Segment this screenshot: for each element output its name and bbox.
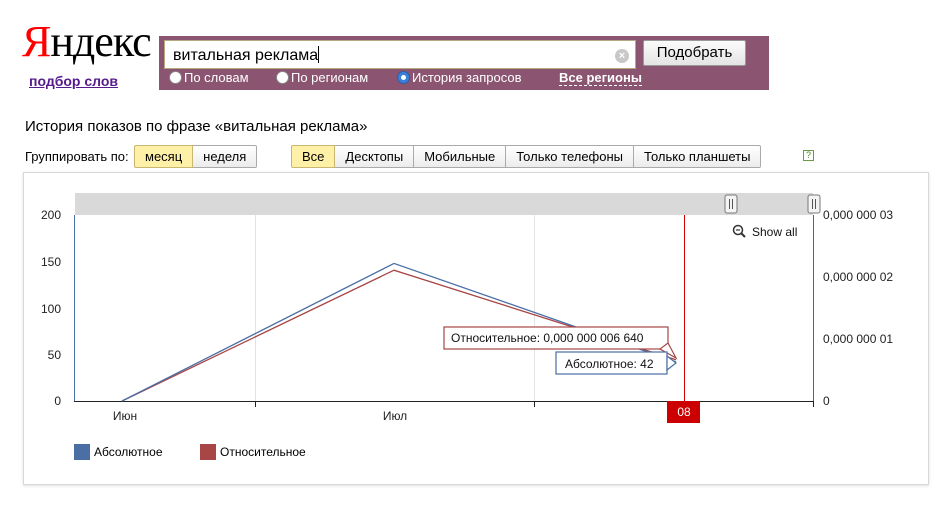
tooltip-relative-text: Относительное: 0,000 000 006 640: [451, 331, 644, 345]
legend-absolute[interactable]: Абсолютное: [74, 444, 163, 460]
y-right-tick-1: 0,000 000 01: [823, 332, 893, 346]
legend-relative[interactable]: Относительное: [200, 444, 306, 460]
navigator-bar[interactable]: [75, 193, 813, 215]
legend-swatch: [200, 444, 216, 460]
y-left-tick-50: 50: [48, 348, 62, 362]
navigator-handle-left[interactable]: [724, 194, 738, 214]
y-left-tick-150: 150: [41, 255, 61, 269]
tooltip-absolute-text: Абсолютное: 42: [565, 357, 654, 371]
y-left-tick-0: 0: [54, 394, 61, 408]
y-right-tick-2: 0,000 000 02: [823, 270, 893, 284]
tooltip-absolute: Абсолютное: 42: [555, 351, 677, 375]
x-label-jul: Июл: [383, 409, 407, 423]
show-all-label: Show all: [752, 225, 797, 239]
navigator-handle-right[interactable]: [807, 194, 821, 214]
period-marker-label: 08: [677, 405, 691, 419]
y-left-tick-200: 200: [41, 208, 61, 222]
y-left-ticks: 0 50 100 150 200: [41, 208, 61, 408]
history-chart: 0 50 100 150 200 0 0,000 000 01 0,000 00…: [41, 193, 893, 423]
y-left-tick-100: 100: [41, 302, 61, 316]
x-label-jun: Июн: [113, 409, 137, 423]
y-right-tick-0: 0: [823, 394, 830, 408]
y-right-ticks: 0 0,000 000 01 0,000 000 02 0,000 000 03: [823, 208, 893, 408]
x-labels: Июн Июл: [113, 409, 407, 423]
show-all-button[interactable]: Show all: [732, 224, 798, 239]
y-right-tick-3: 0,000 000 03: [823, 208, 893, 222]
legend-swatch: [74, 444, 90, 460]
